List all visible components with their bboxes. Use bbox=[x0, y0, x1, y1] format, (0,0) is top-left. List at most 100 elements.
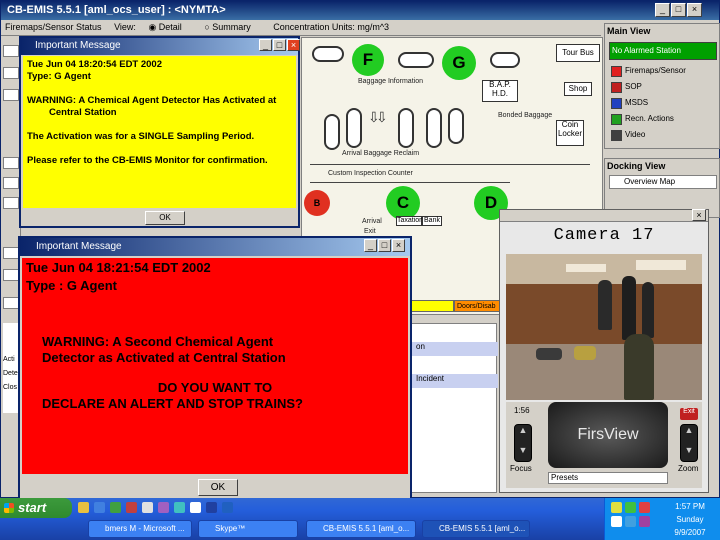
maximize-button[interactable]: □ bbox=[671, 3, 686, 17]
app-title-bar: CB-EMIS 5.5.1 [aml_ocs_user] : <NYMTA> bbox=[1, 1, 719, 20]
preset-select[interactable]: Presets bbox=[548, 472, 668, 484]
baggage-info-label: Baggage Information bbox=[358, 78, 423, 85]
mv-item-video[interactable]: Video bbox=[609, 128, 717, 143]
quicklaunch-icon[interactable] bbox=[142, 502, 153, 513]
camera-number: 1:56 bbox=[514, 406, 530, 415]
mv-item-firemaps[interactable]: Firemaps/Sensor bbox=[609, 64, 717, 79]
person-silhouette bbox=[598, 280, 612, 330]
incident-panel: on Incident bbox=[411, 323, 498, 493]
mv-item-msds[interactable]: MSDS bbox=[609, 96, 717, 111]
left-cell[interactable] bbox=[3, 269, 19, 281]
quicklaunch-icon[interactable] bbox=[78, 502, 89, 513]
dialog1-refer: Please refer to the CB-EMIS Monitor for … bbox=[27, 155, 268, 166]
zone-f-marker[interactable]: F bbox=[352, 44, 384, 76]
legend-swatch bbox=[406, 300, 454, 312]
doors-legend: Doors/Disab bbox=[454, 300, 500, 312]
dialog1-type: Type: G Agent bbox=[27, 71, 91, 82]
zoom-button[interactable]: ▲ ▼ bbox=[680, 424, 698, 462]
zoom-label: Zoom bbox=[678, 464, 699, 473]
camera-label: Camera 17 bbox=[553, 226, 655, 245]
dialog2-maximize-button[interactable]: □ bbox=[378, 239, 391, 252]
left-cell[interactable] bbox=[3, 67, 19, 79]
tray-icon[interactable] bbox=[639, 516, 650, 527]
camera-window: × Camera 17 1:56 ▲ ▼ Focus FirsView Exit … bbox=[499, 209, 709, 493]
summary-radio[interactable]: ○ Summary bbox=[204, 22, 260, 32]
dialog2-warning-cont: Detector as Activated at Central Station bbox=[42, 350, 286, 365]
zone-b-marker[interactable]: B bbox=[304, 190, 330, 216]
close-button[interactable]: × bbox=[687, 3, 702, 17]
quicklaunch-icon[interactable] bbox=[110, 502, 121, 513]
wall-line bbox=[310, 182, 510, 183]
quick-launch bbox=[76, 500, 256, 516]
incident-row[interactable]: Incident bbox=[412, 374, 498, 388]
mv-item-sop[interactable]: SOP bbox=[609, 80, 717, 95]
camera-controls: 1:56 ▲ ▼ Focus FirsView Exit ▲ ▼ Zoom Pres… bbox=[506, 402, 702, 488]
dialog2-title: Important Message bbox=[36, 241, 122, 252]
left-cell[interactable] bbox=[3, 197, 19, 209]
bag bbox=[574, 346, 596, 360]
person-silhouette bbox=[622, 276, 636, 340]
quicklaunch-icon[interactable] bbox=[190, 502, 201, 513]
video-icon bbox=[611, 130, 622, 141]
dialog2-warning: WARNING: A Second Chemical Agent bbox=[42, 334, 274, 349]
quicklaunch-icon[interactable] bbox=[94, 502, 105, 513]
quicklaunch-icon[interactable] bbox=[174, 502, 185, 513]
left-cell[interactable] bbox=[3, 45, 19, 57]
task-skype[interactable]: Skype™ bbox=[198, 520, 298, 538]
carousel bbox=[448, 108, 464, 144]
dialog1-body: Tue Jun 04 18:20:54 EDT 2002 Type: G Age… bbox=[23, 56, 296, 208]
clock-day: Sunday bbox=[676, 515, 704, 524]
camera-exit-button[interactable]: Exit bbox=[680, 408, 698, 420]
docking-title: Docking View bbox=[607, 161, 666, 171]
bag bbox=[536, 348, 562, 360]
minimize-button[interactable]: _ bbox=[655, 3, 670, 17]
quicklaunch-icon[interactable] bbox=[206, 502, 217, 513]
tour-bus-label: Tour Bus bbox=[556, 44, 600, 62]
tray-icon[interactable] bbox=[639, 502, 650, 513]
dialog1-activation: The Activation was for a SINGLE Sampling… bbox=[27, 131, 255, 142]
left-cell[interactable] bbox=[3, 297, 19, 309]
person-silhouette bbox=[624, 334, 654, 400]
dialog2-question-cont: DECLARE AN ALERT AND STOP TRAINS? bbox=[42, 396, 303, 411]
detail-radio[interactable]: ◉ Detail bbox=[148, 22, 191, 32]
focus-button[interactable]: ▲ ▼ bbox=[514, 424, 532, 462]
carousel bbox=[324, 114, 340, 150]
left-cell[interactable] bbox=[3, 89, 19, 101]
tray-icon[interactable] bbox=[611, 516, 622, 527]
dialog2-minimize-button[interactable]: _ bbox=[364, 239, 377, 252]
tray-icon[interactable] bbox=[611, 502, 622, 513]
arrival-label: Arrival bbox=[362, 218, 382, 225]
overview-map-tab[interactable]: Overview Map bbox=[609, 175, 717, 189]
tray-icon[interactable] bbox=[625, 516, 636, 527]
mv-item-recn[interactable]: Recn. Actions bbox=[609, 112, 717, 127]
camera-close-button[interactable]: × bbox=[692, 209, 706, 221]
quicklaunch-icon[interactable] bbox=[158, 502, 169, 513]
platform-pill bbox=[398, 52, 434, 68]
clock[interactable]: 1:57 PM Sunday 9/9/2007 bbox=[660, 498, 720, 540]
dialog2-ok-button[interactable]: OK bbox=[198, 479, 238, 496]
dialog2-title-bar: Important Message bbox=[20, 238, 410, 256]
zone-g-marker[interactable]: G bbox=[442, 46, 476, 80]
zone-c-marker[interactable]: C bbox=[386, 186, 420, 220]
task-word[interactable]: bmers M - Microsoft ... bbox=[88, 520, 192, 538]
quicklaunch-icon[interactable] bbox=[222, 502, 233, 513]
ceiling-light bbox=[636, 260, 686, 270]
dialog1-close-button[interactable]: × bbox=[287, 39, 300, 51]
start-button[interactable]: start bbox=[0, 498, 72, 518]
dialog1-maximize-button[interactable]: □ bbox=[273, 39, 286, 51]
dialog1-station: Central Station bbox=[49, 107, 117, 118]
app-title: CB-EMIS 5.5.1 [aml_ocs_user] : <NYMTA> bbox=[7, 4, 226, 16]
dialog1-minimize-button[interactable]: _ bbox=[259, 39, 272, 51]
left-cell[interactable] bbox=[3, 177, 19, 189]
quicklaunch-icon[interactable] bbox=[126, 502, 137, 513]
dialog2-close-button[interactable]: × bbox=[392, 239, 405, 252]
camera-feed bbox=[506, 254, 702, 400]
left-cell[interactable] bbox=[3, 157, 19, 169]
exit-label: Exit bbox=[364, 228, 376, 235]
ptz-pad[interactable]: FirsView bbox=[548, 402, 668, 468]
task-cbemis-1[interactable]: CB-EMIS 5.5.1 [aml_o... bbox=[306, 520, 416, 538]
left-cell[interactable] bbox=[3, 247, 19, 259]
task-cbemis-2[interactable]: CB-EMIS 5.5.1 [aml_o... bbox=[422, 520, 530, 538]
dialog1-ok-button[interactable]: OK bbox=[145, 211, 185, 225]
tray-icon[interactable] bbox=[625, 502, 636, 513]
